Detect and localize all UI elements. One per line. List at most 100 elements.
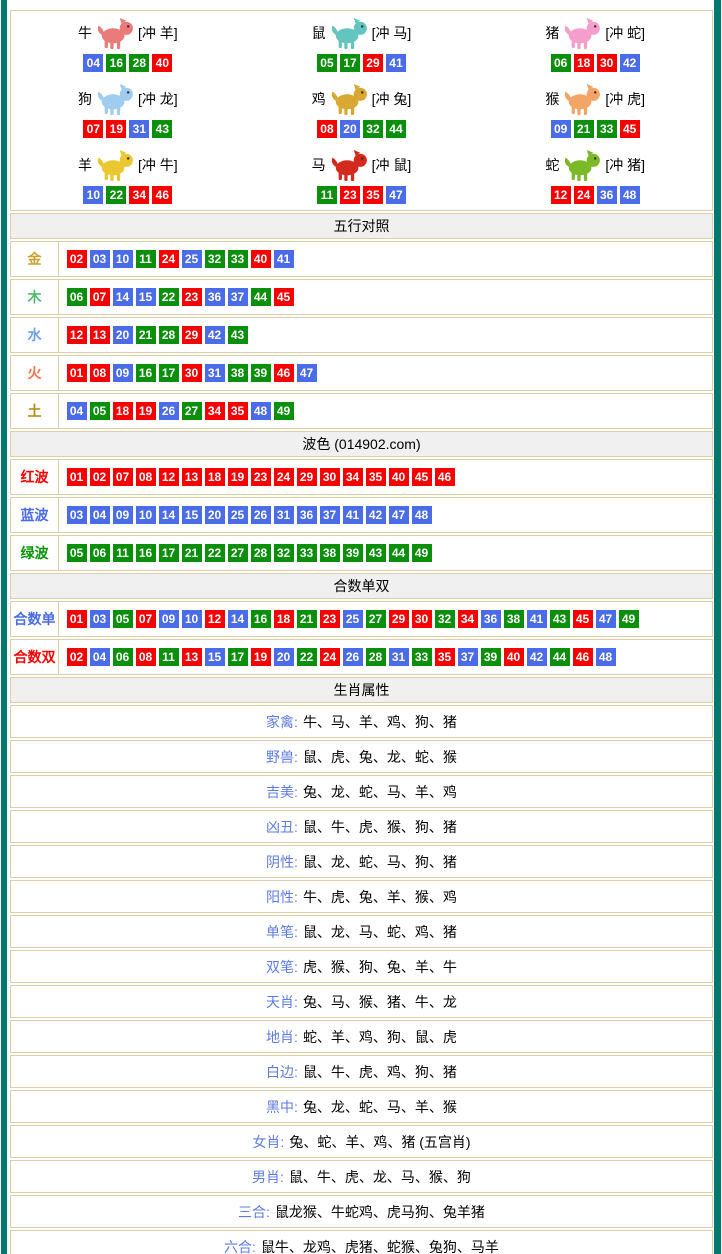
number-chip: 26	[251, 506, 271, 524]
number-chip: 44	[550, 648, 570, 666]
number-chip: 09	[113, 364, 133, 382]
number-chip: 48	[412, 506, 432, 524]
number-chip: 10	[182, 610, 202, 628]
number-chip: 15	[182, 506, 202, 524]
number-chip: 05	[317, 54, 337, 72]
number-chip: 01	[67, 468, 87, 486]
number-chip: 15	[136, 288, 156, 306]
table-row: 蓝波03040910141520252631363741424748	[10, 497, 713, 533]
attribute-value: 鼠、龙、蛇、马、狗、猪	[303, 852, 457, 872]
attribute-value: 牛、马、羊、鸡、狗、猪	[303, 712, 457, 732]
zodiac-cell: 马[冲 鼠]11233547	[245, 144, 479, 210]
number-chip: 08	[136, 468, 156, 486]
table-row: 合数双0204060811131517192022242628313335373…	[10, 639, 713, 675]
number-chip: 01	[67, 364, 87, 382]
number-chip: 16	[136, 544, 156, 562]
number-chip: 12	[67, 326, 87, 344]
row-label: 红波	[11, 460, 59, 494]
number-chip: 47	[297, 364, 317, 382]
number-chip: 22	[205, 544, 225, 562]
heshu-rows: 合数单0103050709101214161821232527293032343…	[10, 601, 713, 675]
attribute-label: 天肖:	[266, 992, 298, 1012]
attribute-value: 鼠龙猴、牛蛇鸡、虎马狗、兔羊猪	[275, 1202, 485, 1222]
number-chip: 16	[136, 364, 156, 382]
row-label: 土	[11, 394, 59, 428]
number-chip: 29	[363, 54, 383, 72]
left-frame-stripe	[1, 0, 7, 1254]
attribute-row: 黑中:兔、龙、蛇、马、羊、猴	[10, 1090, 713, 1123]
number-chip: 44	[251, 288, 271, 306]
attribute-row: 凶丑:鼠、牛、虎、猴、狗、猪	[10, 810, 713, 843]
number-chip: 38	[228, 364, 248, 382]
row-numbers: 0108091617303138394647	[59, 356, 712, 390]
zodiac-numbers: 12243648	[549, 186, 641, 204]
attribute-value: 鼠、虎、兔、龙、蛇、猴	[303, 747, 457, 767]
zodiac-cell: 羊[冲 牛]10223446	[11, 144, 245, 210]
number-chip: 34	[343, 468, 363, 486]
number-chip: 45	[620, 120, 640, 138]
number-chip: 09	[551, 120, 571, 138]
number-chip: 21	[136, 326, 156, 344]
number-chip: 27	[228, 544, 248, 562]
number-chip: 09	[159, 610, 179, 628]
number-chip: 16	[251, 610, 271, 628]
number-chip: 49	[274, 402, 294, 420]
number-chip: 48	[596, 648, 616, 666]
number-chip: 22	[106, 186, 126, 204]
attribute-label: 双笔:	[266, 957, 298, 977]
number-chip: 35	[435, 648, 455, 666]
number-chip: 31	[274, 506, 294, 524]
number-chip: 23	[182, 288, 202, 306]
number-chip: 03	[90, 250, 110, 268]
number-chip: 19	[106, 120, 126, 138]
number-chip: 42	[620, 54, 640, 72]
number-chip: 24	[574, 186, 594, 204]
number-chip: 43	[152, 120, 172, 138]
zodiac-cell: 鼠[冲 马]05172941	[245, 11, 479, 77]
row-label: 绿波	[11, 536, 59, 570]
number-chip: 43	[550, 610, 570, 628]
number-chip: 29	[182, 326, 202, 344]
number-chip: 38	[504, 610, 524, 628]
attribute-row: 三合:鼠龙猴、牛蛇鸡、虎马狗、兔羊猪	[10, 1195, 713, 1228]
table-row: 红波0102070812131819232429303435404546	[10, 459, 713, 495]
section-header-wuxing: 五行对照	[10, 213, 713, 239]
number-chip: 41	[274, 250, 294, 268]
number-chip: 31	[205, 364, 225, 382]
number-chip: 20	[340, 120, 360, 138]
number-chip: 18	[574, 54, 594, 72]
rat-icon	[328, 17, 370, 49]
zodiac-clash: [冲 猪]	[605, 155, 645, 175]
zodiac-title-line: 蛇[冲 猪]	[545, 149, 645, 181]
attribute-label: 六合:	[224, 1237, 256, 1254]
number-chip: 36	[481, 610, 501, 628]
number-chip: 14	[113, 288, 133, 306]
number-chip: 02	[67, 250, 87, 268]
zodiac-grid: 牛[冲 羊]04162840鼠[冲 马]05172941猪[冲 蛇]061830…	[10, 10, 713, 211]
number-chip: 24	[159, 250, 179, 268]
zodiac-numbers: 06183042	[549, 54, 641, 72]
number-chip: 25	[182, 250, 202, 268]
attribute-row: 男肖:鼠、牛、虎、龙、马、猴、狗	[10, 1160, 713, 1193]
zodiac-cell: 鸡[冲 兔]08203244	[245, 77, 479, 143]
number-chip: 20	[274, 648, 294, 666]
attribute-row: 六合:鼠牛、龙鸡、虎猪、蛇猴、兔狗、马羊	[10, 1230, 713, 1254]
number-chip: 31	[389, 648, 409, 666]
attribute-label: 地肖:	[266, 1027, 298, 1047]
number-chip: 30	[182, 364, 202, 382]
attribute-label: 野兽:	[266, 747, 298, 767]
zodiac-title-line: 羊[冲 牛]	[78, 149, 178, 181]
attribute-label: 家禽:	[266, 712, 298, 732]
attribute-row: 白边:鼠、牛、虎、鸡、狗、猪	[10, 1055, 713, 1088]
number-chip: 36	[205, 288, 225, 306]
zodiac-numbers: 11233547	[315, 186, 407, 204]
number-chip: 13	[182, 648, 202, 666]
table-row: 水1213202128294243	[10, 317, 713, 353]
zodiac-name: 马	[312, 155, 326, 175]
shengxiao-rows: 家禽:牛、马、羊、鸡、狗、猪野兽:鼠、虎、兔、龙、蛇、猴吉美:兔、龙、蛇、马、羊…	[10, 705, 713, 1254]
attribute-value: 鼠、牛、虎、龙、马、猴、狗	[289, 1167, 471, 1187]
number-chip: 33	[297, 544, 317, 562]
number-chip: 32	[205, 250, 225, 268]
number-chip: 11	[159, 648, 179, 666]
number-chip: 48	[620, 186, 640, 204]
